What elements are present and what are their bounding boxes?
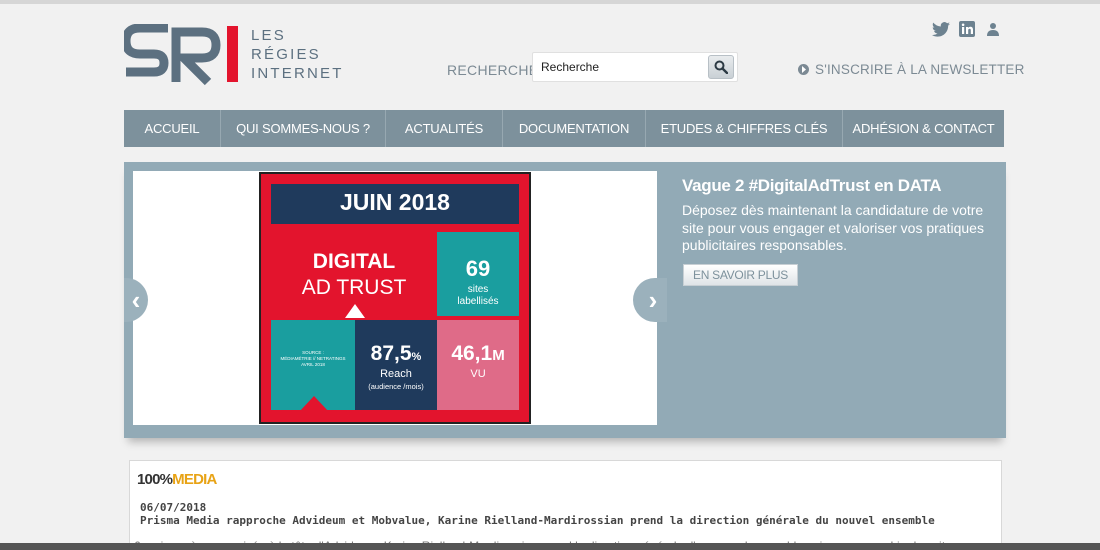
top-border	[0, 0, 1100, 4]
search-label: RECHERCHE	[447, 62, 539, 78]
main-nav: ACCUEIL QUI SOMMES-NOUS ? ACTUALITÉS DOC…	[124, 110, 1004, 147]
poster-reach: 87,5%	[355, 342, 437, 366]
social-links	[932, 20, 1002, 38]
logo-line-3: INTERNET	[251, 65, 344, 82]
slide-image-frame: JUIN 2018 69 sites labellisés DIGITAL AD…	[133, 171, 657, 425]
logo-line-1: LES	[251, 27, 286, 44]
poster-month: JUIN 2018	[340, 189, 450, 215]
sr-logo-mark	[124, 24, 238, 86]
nav-accueil[interactable]: ACCUEIL	[124, 110, 221, 147]
slide-title: Vague 2 #DigitalAdTrust en DATA	[682, 176, 942, 195]
search-input[interactable]	[533, 53, 703, 81]
news-panel: 100%MEDIA 06/07/2018 Prisma Media rappro…	[129, 460, 1002, 550]
newsletter-link[interactable]: S'INSCRIRE À LA NEWSLETTER	[798, 62, 1025, 77]
nav-etudes-chiffres[interactable]: ETUDES & CHIFFRES CLÉS	[646, 110, 843, 147]
nav-qui-sommes-nous[interactable]: QUI SOMMES-NOUS ?	[221, 110, 386, 147]
poster-vu: 46,1M	[437, 342, 519, 366]
poster-sites-label-1: sites	[467, 284, 489, 295]
hero-slider: JUIN 2018 69 sites labellisés DIGITAL AD…	[124, 162, 1006, 438]
linkedin-icon[interactable]	[958, 20, 976, 38]
search-icon	[714, 60, 728, 74]
newsletter-label: S'INSCRIRE À LA NEWSLETTER	[815, 62, 1025, 77]
poster-vu-label: VU	[470, 368, 486, 380]
logo-wordmark: LES RÉGIES INTERNET	[251, 26, 344, 83]
poster-reach-unit: %	[411, 351, 422, 363]
poster-reach-label: Reach	[380, 368, 412, 380]
nav-adhesion-contact[interactable]: ADHÉSION & CONTACT	[843, 110, 1004, 147]
bottom-scroll-shadow	[0, 543, 1100, 550]
poster-notch	[299, 396, 329, 412]
user-icon[interactable]	[984, 20, 1002, 38]
learn-more-button[interactable]: EN SAVOIR PLUS	[683, 264, 798, 286]
poster-vu-unit: M	[492, 347, 505, 364]
logo-line-2: RÉGIES	[251, 46, 321, 63]
slide-description: Déposez dès maintenant la candidature de…	[682, 202, 984, 253]
news-source-accent: MEDIA	[172, 471, 217, 488]
twitter-icon[interactable]	[932, 20, 950, 38]
poster-sites-label-2: labellisés	[457, 296, 499, 307]
poster-reach-number: 87,5	[370, 342, 412, 365]
search-box	[532, 52, 738, 82]
news-date: 06/07/2018	[140, 501, 207, 514]
site-logo[interactable]: LES RÉGIES INTERNET	[124, 24, 344, 86]
digital-ad-trust-poster[interactable]: JUIN 2018 69 sites labellisés DIGITAL AD…	[259, 172, 531, 424]
poster-triangle	[345, 304, 365, 318]
news-source-prefix: 100%	[137, 471, 173, 488]
poster-source-3: AVRIL 2018	[301, 362, 325, 367]
news-headline[interactable]: Prisma Media rapproche Advideum et Mobva…	[140, 514, 935, 527]
poster-brand-2: AD TRUST	[301, 276, 407, 299]
chevron-right-icon	[798, 64, 809, 75]
news-source-logo[interactable]: 100%MEDIA	[137, 471, 217, 488]
poster-vu-number: 46,1	[451, 342, 493, 365]
chevron-left-icon: ‹	[131, 284, 141, 315]
nav-documentation[interactable]: DOCUMENTATION	[503, 110, 646, 147]
poster-source-2: MÉDIAMÉTRIE // NETRATINGS	[280, 356, 346, 361]
poster-reach-sub: (audience /mois)	[368, 382, 424, 391]
search-button[interactable]	[708, 55, 734, 79]
nav-actualites[interactable]: ACTUALITÉS	[386, 110, 503, 147]
poster-sites-number: 69	[465, 256, 491, 281]
chevron-right-icon: ›	[648, 284, 658, 315]
poster-source-1: SOURCE :	[302, 350, 324, 355]
poster-brand-1: DIGITAL	[312, 250, 396, 273]
